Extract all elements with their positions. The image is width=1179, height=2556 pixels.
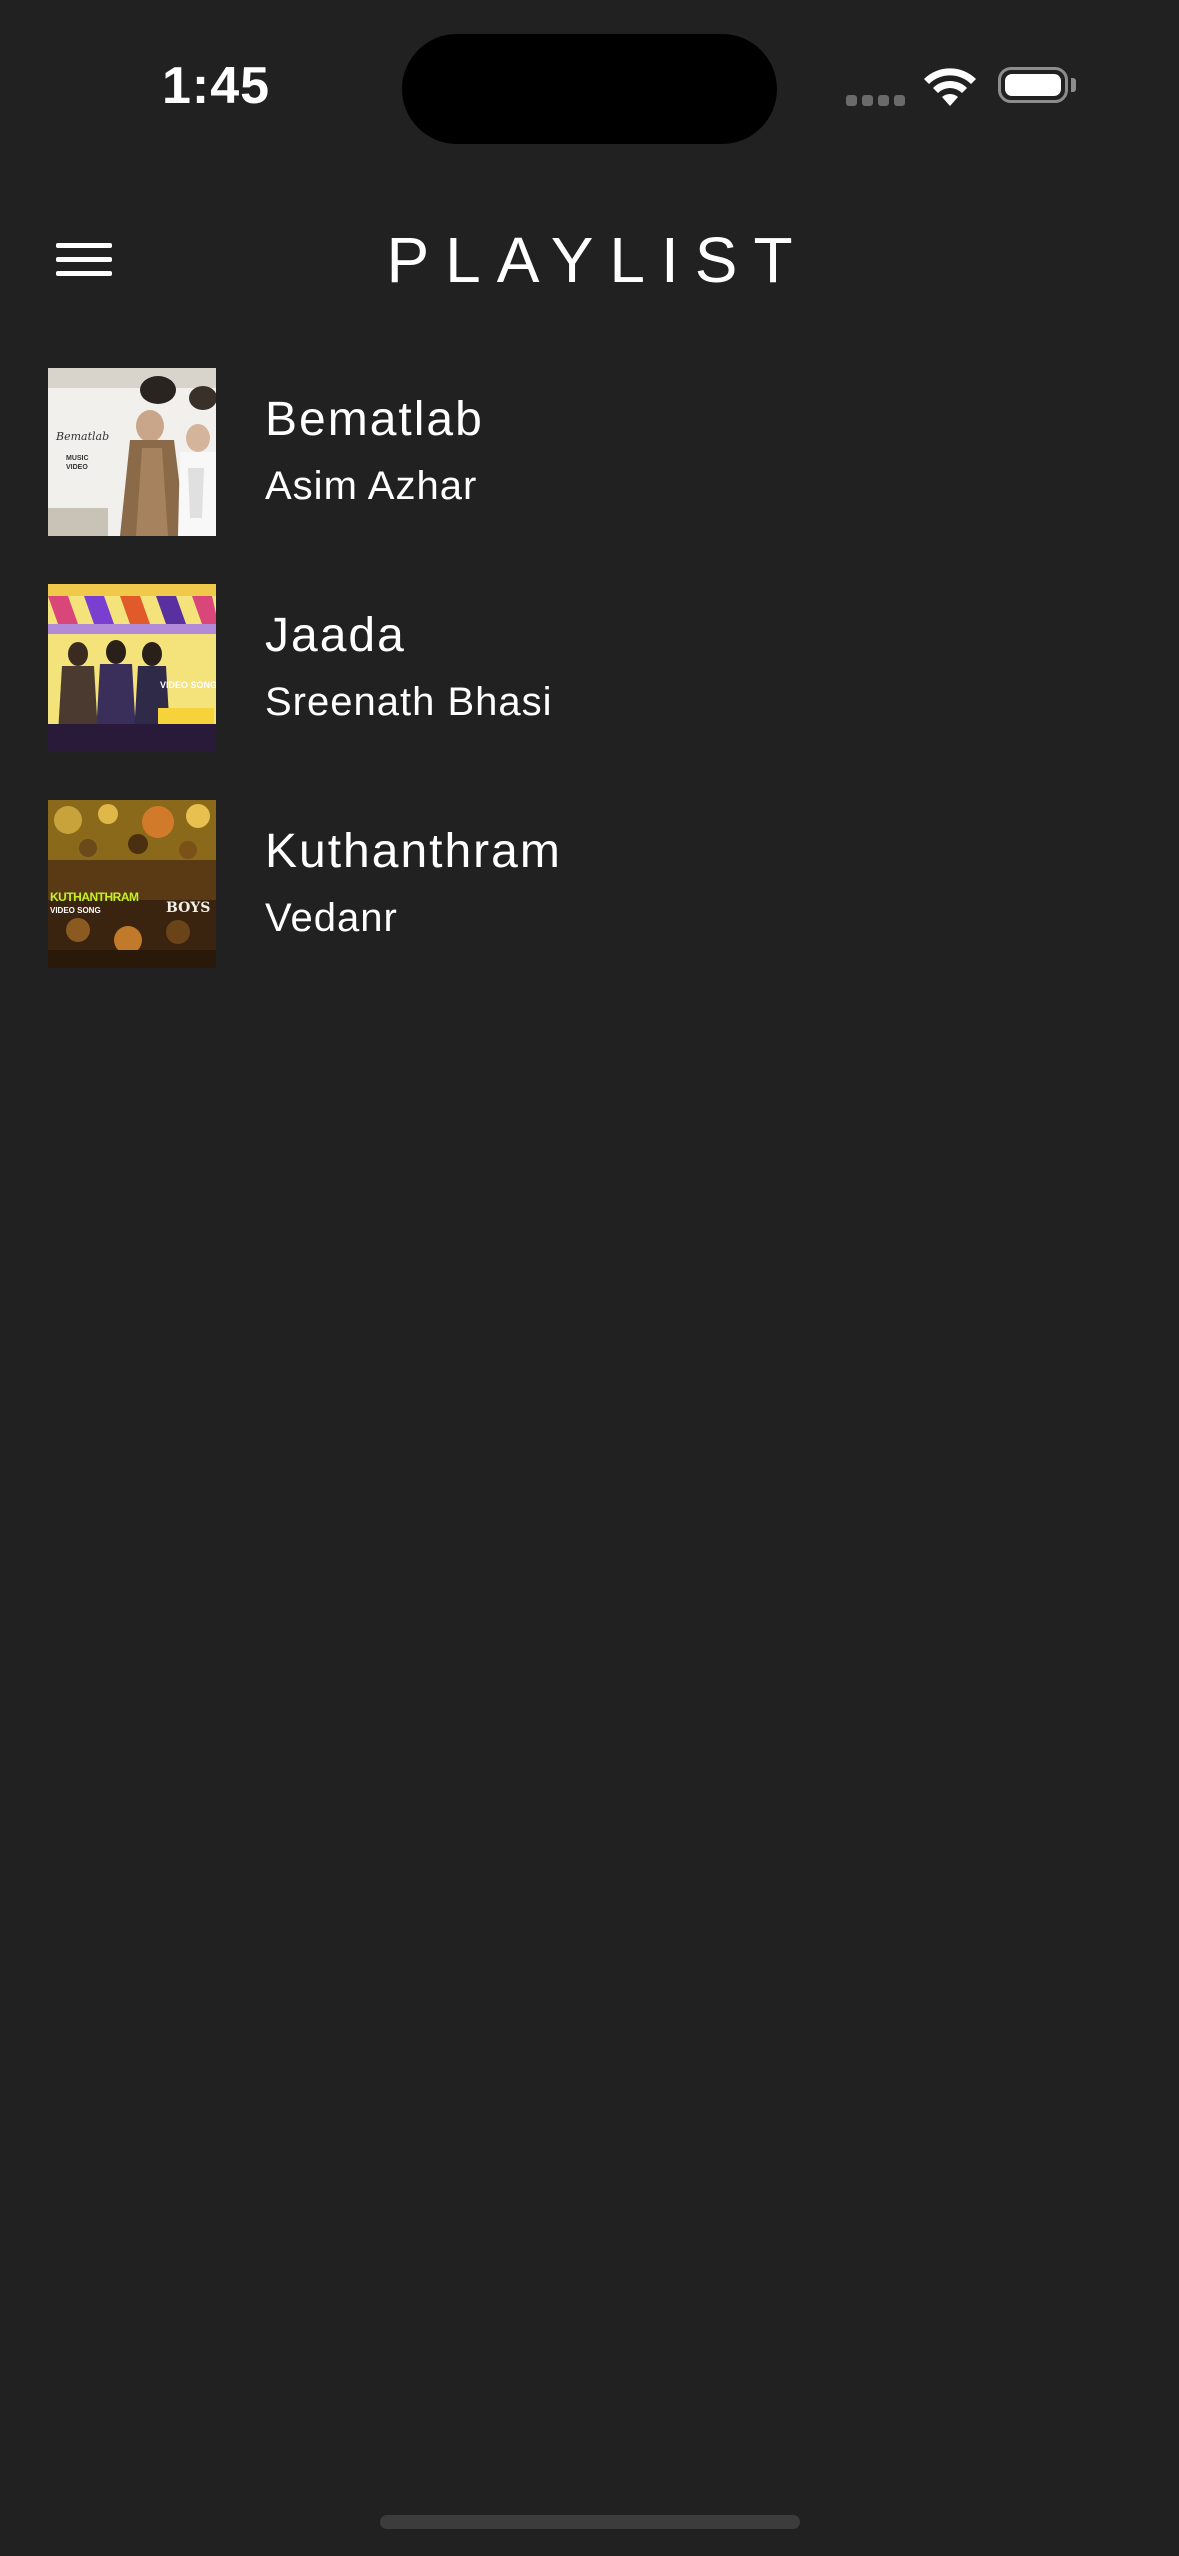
album-art-thumbnail: VIDEO SONG <box>48 584 216 752</box>
wifi-icon <box>922 66 978 113</box>
track-item-kuthanthram[interactable]: KUTHANTHRAM VIDEO SONG BOYS Kuthanthram … <box>0 800 1179 968</box>
thumbnail-subcaption: MUSIC VIDEO <box>66 455 89 471</box>
dynamic-island <box>402 34 777 144</box>
track-artist: Vedanr <box>265 896 398 940</box>
track-item-jaada[interactable]: VIDEO SONG Jaada Sreenath Bhasi <box>0 584 1179 752</box>
track-artist: Asim Azhar <box>265 464 478 508</box>
battery-level <box>1005 74 1061 96</box>
album-art-thumbnail: KUTHANTHRAM VIDEO SONG BOYS <box>48 800 216 968</box>
home-indicator[interactable] <box>380 2515 800 2529</box>
thumbnail-caption: KUTHANTHRAM <box>50 890 139 904</box>
battery-icon <box>998 67 1068 103</box>
track-title: Bematlab <box>265 393 484 446</box>
thumbnail-subcaption: VIDEO SONG <box>50 906 101 915</box>
track-title: Kuthanthram <box>265 825 562 878</box>
battery-tip <box>1071 78 1076 92</box>
header: PLAYLIST <box>0 200 1179 320</box>
status-bar: 1:45 <box>0 0 1179 170</box>
track-item-bematlab[interactable]: Bematlab MUSIC VIDEO Bematlab Asim Azhar <box>0 368 1179 536</box>
playlist: Bematlab MUSIC VIDEO Bematlab Asim Azhar <box>0 368 1179 1016</box>
album-art-thumbnail: Bematlab MUSIC VIDEO <box>48 368 216 536</box>
thumbnail-caption: VIDEO SONG <box>160 680 216 690</box>
status-time: 1:45 <box>162 57 271 115</box>
thumbnail-caption: Bematlab <box>56 430 110 443</box>
cellular-signal-icon <box>846 95 906 107</box>
track-title: Jaada <box>265 609 406 662</box>
thumbnail-logo: BOYS <box>166 900 211 916</box>
track-artist: Sreenath Bhasi <box>265 680 553 724</box>
page-title: PLAYLIST <box>386 224 809 296</box>
